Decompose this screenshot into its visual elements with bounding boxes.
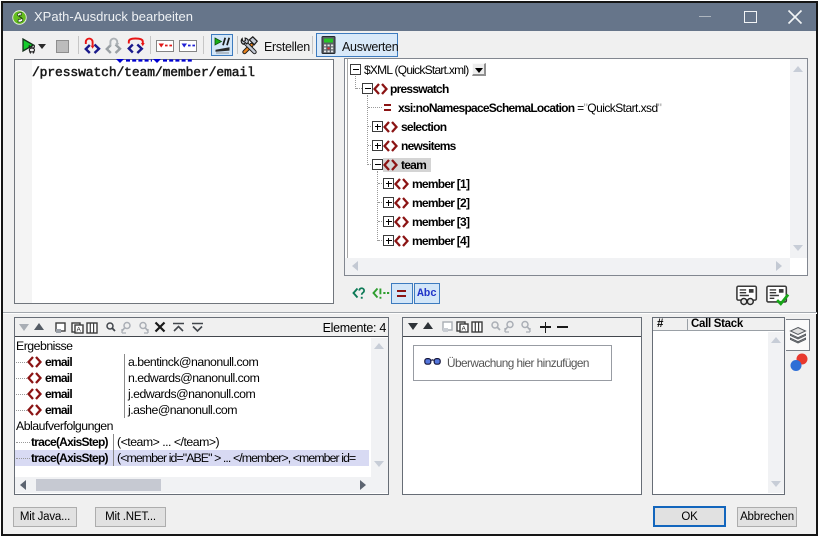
svg-text:A: A xyxy=(77,326,82,333)
svg-text:A: A xyxy=(462,325,467,332)
